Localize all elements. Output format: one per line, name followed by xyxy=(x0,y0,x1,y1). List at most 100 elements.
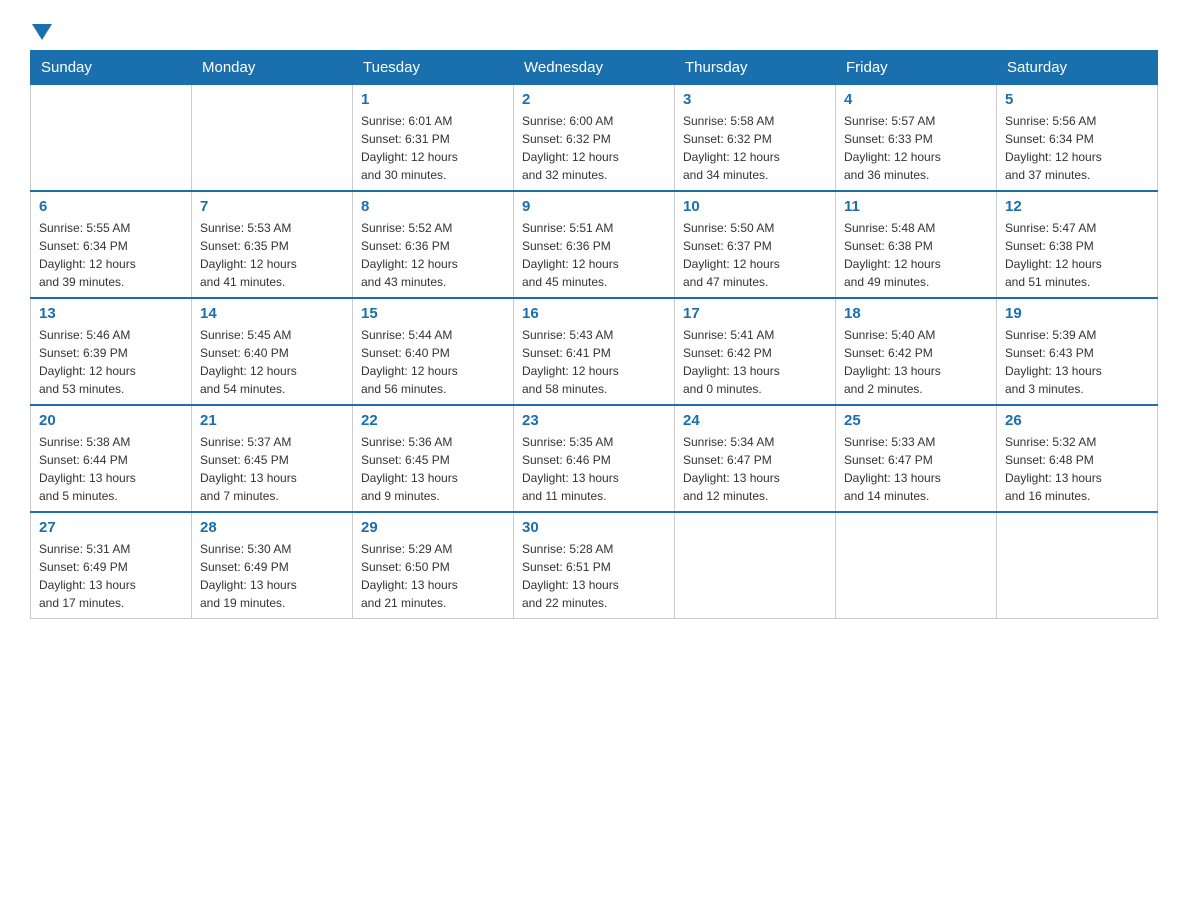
calendar-cell: 10 Sunrise: 5:50 AM Sunset: 6:37 PM Dayli… xyxy=(675,191,836,298)
day-number: 28 xyxy=(200,519,344,536)
calendar-cell: 17 Sunrise: 5:41 AM Sunset: 6:42 PM Dayli… xyxy=(675,298,836,405)
day-info: Sunrise: 5:52 AM Sunset: 6:36 PM Dayligh… xyxy=(361,219,505,291)
day-info: Sunrise: 5:34 AM Sunset: 6:47 PM Dayligh… xyxy=(683,433,827,505)
day-of-week-header: Sunday xyxy=(31,51,192,85)
day-number: 21 xyxy=(200,412,344,429)
day-info: Sunrise: 5:45 AM Sunset: 6:40 PM Dayligh… xyxy=(200,326,344,398)
day-info: Sunrise: 5:37 AM Sunset: 6:45 PM Dayligh… xyxy=(200,433,344,505)
day-number: 1 xyxy=(361,91,505,108)
calendar-cell xyxy=(836,512,997,619)
day-info: Sunrise: 5:47 AM Sunset: 6:38 PM Dayligh… xyxy=(1005,219,1149,291)
day-number: 25 xyxy=(844,412,988,429)
logo xyxy=(30,20,52,40)
day-of-week-header: Saturday xyxy=(997,51,1158,85)
day-info: Sunrise: 5:41 AM Sunset: 6:42 PM Dayligh… xyxy=(683,326,827,398)
calendar-cell: 7 Sunrise: 5:53 AM Sunset: 6:35 PM Daylig… xyxy=(192,191,353,298)
calendar-cell: 27 Sunrise: 5:31 AM Sunset: 6:49 PM Dayli… xyxy=(31,512,192,619)
calendar-cell: 23 Sunrise: 5:35 AM Sunset: 6:46 PM Dayli… xyxy=(514,405,675,512)
day-info: Sunrise: 5:32 AM Sunset: 6:48 PM Dayligh… xyxy=(1005,433,1149,505)
calendar-cell: 22 Sunrise: 5:36 AM Sunset: 6:45 PM Dayli… xyxy=(353,405,514,512)
calendar-cell xyxy=(997,512,1158,619)
day-info: Sunrise: 5:51 AM Sunset: 6:36 PM Dayligh… xyxy=(522,219,666,291)
calendar-cell: 28 Sunrise: 5:30 AM Sunset: 6:49 PM Dayli… xyxy=(192,512,353,619)
day-number: 13 xyxy=(39,305,183,322)
day-info: Sunrise: 6:00 AM Sunset: 6:32 PM Dayligh… xyxy=(522,112,666,184)
day-info: Sunrise: 5:53 AM Sunset: 6:35 PM Dayligh… xyxy=(200,219,344,291)
calendar-cell xyxy=(192,85,353,192)
day-of-week-header: Tuesday xyxy=(353,51,514,85)
calendar-table: SundayMondayTuesdayWednesdayThursdayFrid… xyxy=(30,50,1158,619)
calendar-cell: 18 Sunrise: 5:40 AM Sunset: 6:42 PM Dayli… xyxy=(836,298,997,405)
day-number: 22 xyxy=(361,412,505,429)
day-number: 27 xyxy=(39,519,183,536)
day-of-week-header: Monday xyxy=(192,51,353,85)
day-of-week-header: Thursday xyxy=(675,51,836,85)
day-info: Sunrise: 5:57 AM Sunset: 6:33 PM Dayligh… xyxy=(844,112,988,184)
day-of-week-header: Wednesday xyxy=(514,51,675,85)
day-number: 12 xyxy=(1005,198,1149,215)
calendar-cell: 30 Sunrise: 5:28 AM Sunset: 6:51 PM Dayli… xyxy=(514,512,675,619)
day-info: Sunrise: 5:40 AM Sunset: 6:42 PM Dayligh… xyxy=(844,326,988,398)
day-number: 24 xyxy=(683,412,827,429)
day-info: Sunrise: 5:58 AM Sunset: 6:32 PM Dayligh… xyxy=(683,112,827,184)
calendar-cell: 29Sunrise: 5:29 AM Sunset: 6:50 PM Dayli… xyxy=(353,512,514,619)
page-header xyxy=(30,20,1158,40)
day-number: 3 xyxy=(683,91,827,108)
calendar-cell: 1Sunrise: 6:01 AM Sunset: 6:31 PM Daylig… xyxy=(353,85,514,192)
day-number: 6 xyxy=(39,198,183,215)
day-info: Sunrise: 5:33 AM Sunset: 6:47 PM Dayligh… xyxy=(844,433,988,505)
day-info: Sunrise: 5:38 AM Sunset: 6:44 PM Dayligh… xyxy=(39,433,183,505)
calendar-cell: 14 Sunrise: 5:45 AM Sunset: 6:40 PM Dayli… xyxy=(192,298,353,405)
calendar-cell: 20 Sunrise: 5:38 AM Sunset: 6:44 PM Dayli… xyxy=(31,405,192,512)
calendar-cell xyxy=(675,512,836,619)
day-info: Sunrise: 5:39 AM Sunset: 6:43 PM Dayligh… xyxy=(1005,326,1149,398)
day-number: 20 xyxy=(39,412,183,429)
calendar-cell: 11Sunrise: 5:48 AM Sunset: 6:38 PM Dayli… xyxy=(836,191,997,298)
calendar-cell: 5 Sunrise: 5:56 AM Sunset: 6:34 PM Daylig… xyxy=(997,85,1158,192)
calendar-cell: 12 Sunrise: 5:47 AM Sunset: 6:38 PM Dayli… xyxy=(997,191,1158,298)
day-number: 29 xyxy=(361,519,505,536)
day-info: Sunrise: 5:28 AM Sunset: 6:51 PM Dayligh… xyxy=(522,540,666,612)
calendar-cell: 3 Sunrise: 5:58 AM Sunset: 6:32 PM Daylig… xyxy=(675,85,836,192)
calendar-cell: 26 Sunrise: 5:32 AM Sunset: 6:48 PM Dayli… xyxy=(997,405,1158,512)
day-info: Sunrise: 5:35 AM Sunset: 6:46 PM Dayligh… xyxy=(522,433,666,505)
day-info: Sunrise: 5:36 AM Sunset: 6:45 PM Dayligh… xyxy=(361,433,505,505)
day-info: Sunrise: 5:30 AM Sunset: 6:49 PM Dayligh… xyxy=(200,540,344,612)
calendar-cell: 4 Sunrise: 5:57 AM Sunset: 6:33 PM Daylig… xyxy=(836,85,997,192)
calendar-cell: 16 Sunrise: 5:43 AM Sunset: 6:41 PM Dayli… xyxy=(514,298,675,405)
calendar-cell: 21 Sunrise: 5:37 AM Sunset: 6:45 PM Dayli… xyxy=(192,405,353,512)
day-number: 7 xyxy=(200,198,344,215)
day-info: Sunrise: 5:55 AM Sunset: 6:34 PM Dayligh… xyxy=(39,219,183,291)
day-number: 30 xyxy=(522,519,666,536)
day-number: 9 xyxy=(522,198,666,215)
logo-triangle-icon xyxy=(32,24,52,40)
day-number: 8 xyxy=(361,198,505,215)
day-of-week-header: Friday xyxy=(836,51,997,85)
day-number: 26 xyxy=(1005,412,1149,429)
day-number: 16 xyxy=(522,305,666,322)
calendar-cell: 13 Sunrise: 5:46 AM Sunset: 6:39 PM Dayli… xyxy=(31,298,192,405)
calendar-cell: 9 Sunrise: 5:51 AM Sunset: 6:36 PM Daylig… xyxy=(514,191,675,298)
calendar-cell: 15 Sunrise: 5:44 AM Sunset: 6:40 PM Dayli… xyxy=(353,298,514,405)
calendar-cell: 19Sunrise: 5:39 AM Sunset: 6:43 PM Dayli… xyxy=(997,298,1158,405)
day-number: 5 xyxy=(1005,91,1149,108)
day-number: 18 xyxy=(844,305,988,322)
day-info: Sunrise: 5:43 AM Sunset: 6:41 PM Dayligh… xyxy=(522,326,666,398)
day-number: 14 xyxy=(200,305,344,322)
day-info: Sunrise: 5:44 AM Sunset: 6:40 PM Dayligh… xyxy=(361,326,505,398)
day-info: Sunrise: 5:56 AM Sunset: 6:34 PM Dayligh… xyxy=(1005,112,1149,184)
day-info: Sunrise: 5:31 AM Sunset: 6:49 PM Dayligh… xyxy=(39,540,183,612)
day-number: 10 xyxy=(683,198,827,215)
day-number: 11 xyxy=(844,198,988,215)
day-number: 15 xyxy=(361,305,505,322)
calendar-cell: 6 Sunrise: 5:55 AM Sunset: 6:34 PM Daylig… xyxy=(31,191,192,298)
day-info: Sunrise: 5:46 AM Sunset: 6:39 PM Dayligh… xyxy=(39,326,183,398)
calendar-cell xyxy=(31,85,192,192)
day-number: 2 xyxy=(522,91,666,108)
calendar-cell: 8 Sunrise: 5:52 AM Sunset: 6:36 PM Daylig… xyxy=(353,191,514,298)
day-number: 4 xyxy=(844,91,988,108)
day-number: 23 xyxy=(522,412,666,429)
day-info: Sunrise: 5:50 AM Sunset: 6:37 PM Dayligh… xyxy=(683,219,827,291)
calendar-cell: 24 Sunrise: 5:34 AM Sunset: 6:47 PM Dayli… xyxy=(675,405,836,512)
day-number: 17 xyxy=(683,305,827,322)
